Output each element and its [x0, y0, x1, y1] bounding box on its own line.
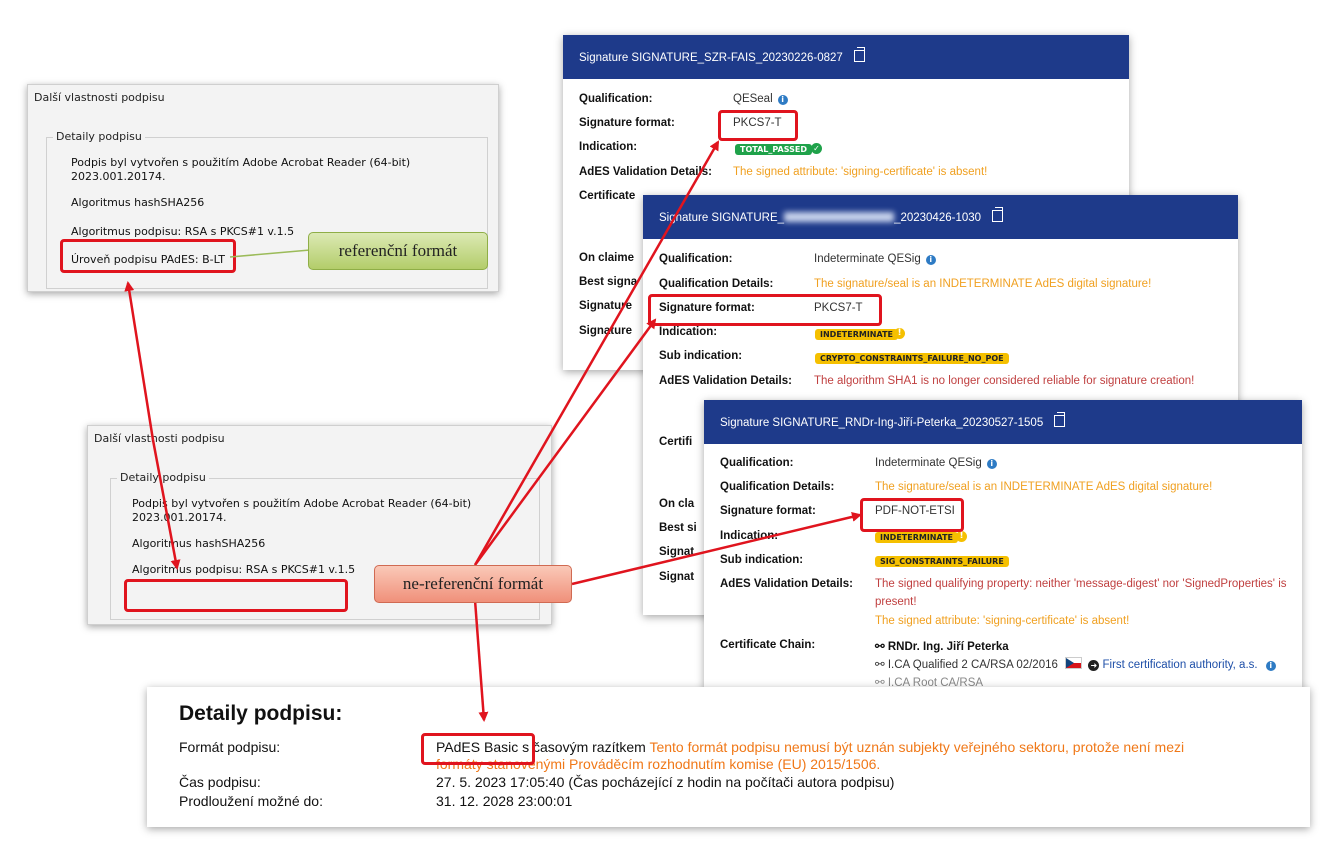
callout-pointer-reference [229, 249, 311, 258]
arrow-down-to-nonreference [151, 439, 181, 570]
callout-reference-format: referenční formát [308, 232, 488, 270]
arrow-to-pades-basic [473, 599, 489, 722]
arrow-up-to-reference [124, 281, 155, 441]
callout-reference-text: referenční formát [338, 241, 458, 260]
arrow-to-pdf-not-etsi [571, 512, 862, 586]
arrow-to-pkcs7-1 [473, 140, 720, 566]
arrow-to-pkcs7-2 [473, 318, 657, 566]
callout-nonreference-format: ne-referenční formát [374, 565, 572, 603]
annotation-arrows [124, 140, 862, 722]
callout-nonreference-text: ne-referenční formát [402, 574, 544, 593]
